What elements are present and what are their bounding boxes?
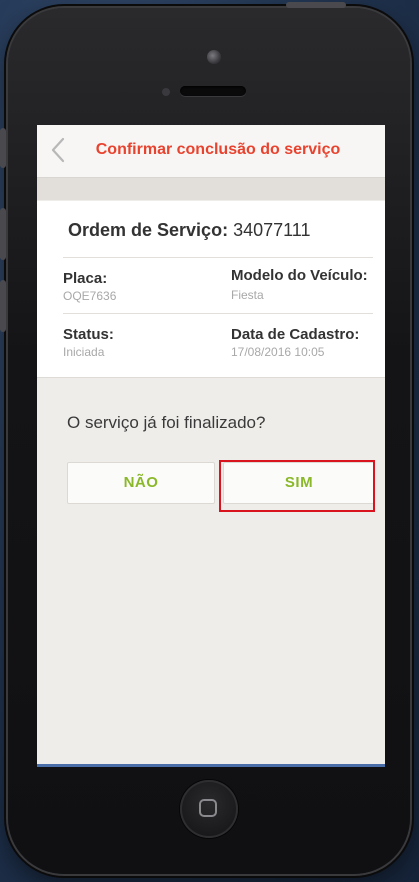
navigation-bar: Confirmar conclusão do serviço — [37, 125, 385, 178]
mute-switch — [0, 128, 6, 168]
modelo-value: Fiesta — [231, 288, 264, 302]
placa-label: Placa: — [63, 270, 108, 287]
no-button[interactable]: NÃO — [67, 462, 215, 504]
page-title: Confirmar conclusão do serviço — [95, 141, 341, 158]
order-label: Ordem de Serviço: — [68, 220, 229, 240]
order-number: 34077111 — [233, 220, 311, 240]
divider — [63, 313, 373, 314]
power-button — [286, 2, 346, 8]
section-separator — [37, 178, 385, 200]
status-label: Status: — [63, 326, 114, 343]
modelo-label: Modelo do Veículo: — [231, 267, 368, 284]
divider — [63, 257, 373, 258]
volume-down-button — [0, 280, 6, 332]
home-button[interactable] — [180, 780, 238, 838]
earpiece-speaker — [180, 86, 246, 96]
app-screen: Confirmar conclusão do serviço Ordem de … — [37, 125, 385, 767]
data-cadastro-label: Data de Cadastro: — [231, 326, 360, 343]
screen-bottom-edge — [37, 764, 385, 767]
proximity-sensor-icon — [162, 88, 170, 96]
service-order-card: Ordem de Serviço: 34077111 Placa: OQE763… — [37, 201, 385, 378]
yes-button[interactable]: SIM — [223, 462, 375, 504]
placa-value: OQE7636 — [63, 289, 117, 303]
volume-up-button — [0, 208, 6, 260]
order-number-line: Ordem de Serviço: 34077111 — [68, 220, 311, 241]
completion-question: O serviço já foi finalizado? — [67, 413, 266, 432]
front-camera-icon — [207, 50, 221, 64]
home-square-icon — [199, 799, 217, 817]
data-cadastro-value: 17/08/2016 10:05 — [231, 345, 325, 359]
status-value: Iniciada — [63, 345, 105, 359]
